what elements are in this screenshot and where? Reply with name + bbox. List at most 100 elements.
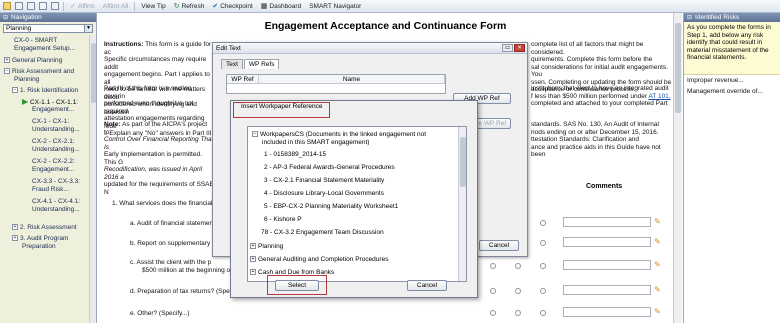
radio-no[interactable] bbox=[515, 288, 521, 294]
collapse-icon[interactable]: − bbox=[252, 131, 258, 138]
nav-item-audit-program[interactable]: +3. Audit Program bbox=[12, 235, 68, 243]
save-icon[interactable] bbox=[15, 2, 23, 10]
tree-item[interactable]: 4 - Disclosure Library-Local Governments bbox=[264, 190, 384, 198]
tree-root-workpaperscs[interactable]: − WorkpapersCS (Documents in the linked e… bbox=[252, 131, 426, 139]
collapse-icon[interactable]: − bbox=[12, 87, 18, 94]
column-header-wp-ref[interactable]: WP Ref bbox=[227, 75, 259, 84]
nav-item-cx0-cont[interactable]: Engagement Setup... bbox=[14, 45, 75, 53]
expand-icon[interactable]: + bbox=[12, 235, 18, 242]
tree-item[interactable]: 6 - Kishore P bbox=[264, 216, 302, 224]
pencil-icon[interactable]: ✎ bbox=[654, 238, 662, 246]
nav-item-cx41[interactable]: CX-4.1 - CX-4.1: bbox=[32, 198, 80, 206]
expand-icon[interactable]: + bbox=[4, 57, 10, 64]
nav-item-risk-assessment-cont[interactable]: Planning bbox=[14, 76, 39, 84]
radio-no[interactable] bbox=[515, 310, 521, 316]
scroll-thumb[interactable] bbox=[675, 23, 681, 113]
view-tip-button[interactable]: View Tip bbox=[139, 3, 167, 10]
cancel-button[interactable]: Cancel bbox=[479, 240, 519, 251]
note-paragraph-right: standards. SAS No. 130, An Audit of Inte… bbox=[531, 121, 661, 158]
workpaper-tree[interactable]: − WorkpapersCS (Documents in the linked e… bbox=[247, 126, 467, 282]
wp-refs-grid[interactable]: WP Ref Name bbox=[226, 74, 446, 94]
risk-item[interactable]: Improper revenue... bbox=[684, 75, 780, 86]
tree-item[interactable]: 3 - CX-2.1 Financial Statement Materiali… bbox=[264, 177, 384, 185]
nav-item-cx1[interactable]: CX-1 - CX-1: bbox=[32, 118, 69, 126]
smart-navigator-button[interactable]: SMART Navigator bbox=[307, 3, 363, 10]
close-button[interactable]: ✕ bbox=[514, 44, 525, 52]
pencil-icon[interactable]: ✎ bbox=[654, 218, 662, 226]
tree-item[interactable]: 5 - EBP-CX-2 Planning Materiality Worksh… bbox=[264, 203, 398, 211]
toolbar-divider bbox=[63, 1, 64, 11]
scroll-thumb[interactable] bbox=[460, 137, 466, 187]
nav-item-cx21[interactable]: CX-2 - CX-2.1: bbox=[32, 138, 75, 146]
collapse-icon[interactable]: ⊟ bbox=[3, 14, 8, 21]
nav-item-cx11-cont[interactable]: Engagement... bbox=[32, 106, 74, 114]
navigation-scrollbar[interactable] bbox=[89, 35, 96, 323]
tree-item[interactable]: 78 - CX-3.2 Engagement Team Discussion bbox=[261, 229, 384, 237]
tree-item[interactable]: 2 - AP-3 Federal Awards-General Procedur… bbox=[264, 164, 395, 172]
tab-wp-refs[interactable]: WP Refs bbox=[243, 59, 280, 69]
nav-item-cx22-cont[interactable]: Engagement... bbox=[32, 166, 74, 174]
tab-text[interactable]: Text bbox=[221, 59, 243, 69]
collapse-icon[interactable]: − bbox=[4, 68, 10, 75]
comment-field[interactable] bbox=[563, 237, 651, 247]
column-header-name[interactable]: Name bbox=[259, 75, 445, 84]
nav-item-cx0[interactable]: CX-0 - SMART bbox=[14, 37, 57, 45]
nav-item-general-planning[interactable]: + General Planning bbox=[4, 57, 62, 65]
dashboard-button[interactable]: ▦ Dashboard bbox=[259, 3, 303, 10]
radio-na[interactable] bbox=[540, 240, 546, 246]
document-icon[interactable] bbox=[39, 2, 47, 10]
radio-yes[interactable] bbox=[490, 288, 496, 294]
tree-group-general-auditing[interactable]: + General Auditing and Completion Procedu… bbox=[250, 256, 388, 264]
nav-item-audit-program-cont[interactable]: Preparation bbox=[22, 243, 56, 251]
radio-yes[interactable] bbox=[490, 310, 496, 316]
nav-item-risk-assessment[interactable]: − Risk Assessment and bbox=[4, 68, 74, 76]
nav-item-cx33-cont[interactable]: Fraud Risk... bbox=[32, 186, 69, 194]
radio-na[interactable] bbox=[540, 288, 546, 294]
navigation-filter-select[interactable]: Planning ▼ bbox=[3, 24, 93, 33]
checkpoint-button[interactable]: ✔ Checkpoint bbox=[210, 3, 254, 10]
print-icon[interactable] bbox=[27, 2, 35, 10]
pencil-icon[interactable]: ✎ bbox=[654, 261, 662, 269]
pencil-icon[interactable]: ✎ bbox=[654, 286, 662, 294]
comments-header: Comments bbox=[586, 183, 623, 190]
tree-group-planning[interactable]: + Planning bbox=[250, 243, 283, 251]
cancel-button[interactable]: Cancel bbox=[407, 280, 447, 291]
nav-item-cx21-cont[interactable]: Understanding... bbox=[32, 146, 80, 154]
open-folder-icon[interactable] bbox=[3, 2, 11, 10]
at101-link[interactable]: AT 101, bbox=[648, 93, 670, 100]
expand-icon[interactable]: + bbox=[250, 269, 256, 276]
tree-scrollbar[interactable] bbox=[458, 127, 466, 281]
radio-na[interactable] bbox=[540, 263, 546, 269]
chevron-down-icon[interactable]: ▼ bbox=[84, 25, 92, 32]
maximize-button[interactable]: ▭ bbox=[502, 44, 513, 52]
scroll-thumb[interactable] bbox=[91, 43, 96, 103]
form-scrollbar[interactable] bbox=[673, 13, 682, 323]
comment-field[interactable] bbox=[563, 217, 651, 227]
identified-risks-note: As you complete the forms in Step 1, add… bbox=[684, 22, 780, 75]
nav-item-cx33[interactable]: CX-3.3 - CX-3.3: bbox=[32, 178, 80, 186]
expand-icon[interactable]: + bbox=[12, 224, 18, 231]
expand-icon[interactable]: + bbox=[250, 256, 256, 263]
nav-item-cx22[interactable]: CX-2 - CX-2.2: bbox=[32, 158, 75, 166]
affirm-button[interactable]: ✓ Affirm bbox=[68, 3, 97, 10]
expand-icon[interactable]: + bbox=[250, 243, 256, 250]
collapse-icon[interactable]: ⊟ bbox=[687, 14, 692, 21]
affirm-all-button[interactable]: Affirm All bbox=[101, 3, 131, 10]
nav-item-risk-identification[interactable]: −1. Risk Identification bbox=[12, 87, 78, 95]
radio-yes[interactable] bbox=[490, 263, 496, 269]
radio-no[interactable] bbox=[515, 263, 521, 269]
comment-field[interactable] bbox=[563, 307, 651, 317]
radio-na[interactable] bbox=[540, 220, 546, 226]
tree-item[interactable]: 1 - 0158389_2014-15 bbox=[264, 151, 326, 159]
comment-field[interactable] bbox=[563, 260, 651, 270]
copy-icon[interactable] bbox=[51, 2, 59, 10]
insert-workpaper-reference-dialog: Insert Workpaper Reference − WorkpapersCS… bbox=[230, 100, 478, 298]
nav-item-cx41-cont[interactable]: Understanding... bbox=[32, 206, 80, 214]
risk-item[interactable]: Management override of... bbox=[684, 86, 780, 97]
nav-item-cx1-cont[interactable]: Understanding... bbox=[32, 126, 80, 134]
refresh-button[interactable]: ↻ Refresh bbox=[172, 3, 207, 10]
comment-field[interactable] bbox=[563, 285, 651, 295]
radio-na[interactable] bbox=[540, 310, 546, 316]
nav-item-risk-assessment-step[interactable]: +2. Risk Assessment bbox=[12, 224, 77, 232]
pencil-icon[interactable]: ✎ bbox=[654, 308, 662, 316]
